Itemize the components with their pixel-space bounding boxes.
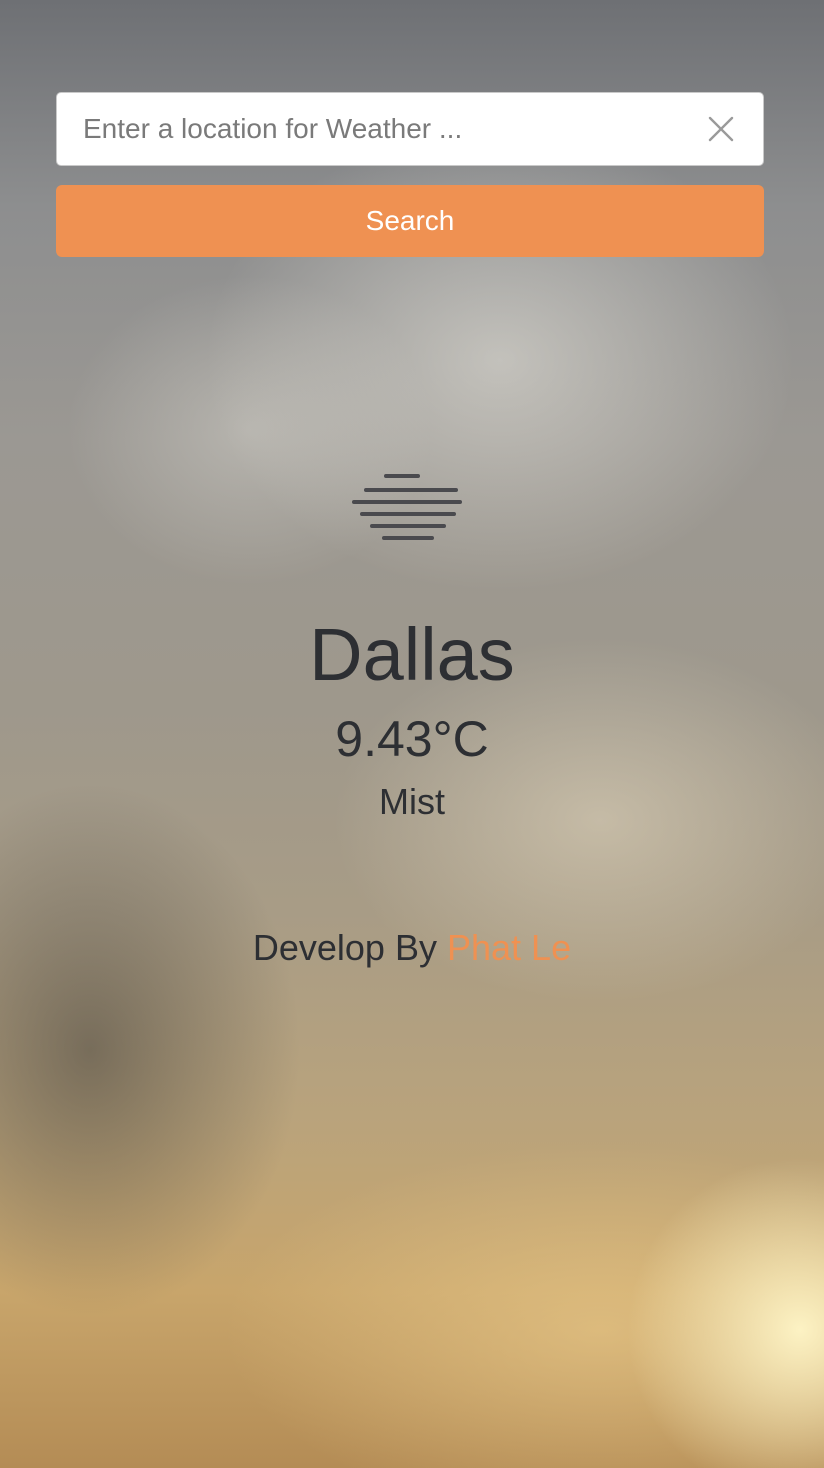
mist-icon [352,474,462,540]
weather-condition: Mist [379,781,445,822]
close-icon[interactable] [701,109,741,149]
search-button[interactable]: Search [56,185,764,257]
city-name: Dallas [309,613,515,696]
author-link[interactable]: Phat Le [447,927,571,968]
search-input[interactable] [57,93,763,165]
weather-panel: Dallas 9.43°C Mist Develop By Phat Le [0,468,824,972]
search-form: Search [56,92,764,257]
credit-prefix: Develop By [252,927,437,968]
developer-credit: Develop By Phat Le [0,924,824,972]
temperature: 9.43°C [335,711,489,767]
search-box [56,92,764,166]
